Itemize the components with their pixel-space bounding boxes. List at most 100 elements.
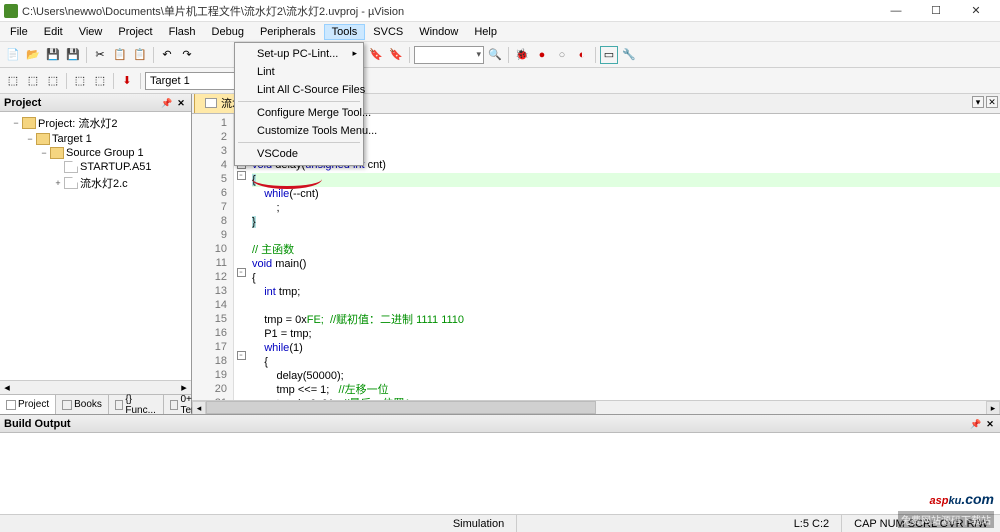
tools-menu-dropdown: Set-up PC-Lint...LintLint All C-Source F… — [234, 42, 364, 166]
find-combo[interactable] — [414, 46, 484, 64]
panel-close-icon[interactable]: ✕ — [175, 97, 187, 109]
find-icon[interactable]: 🔍 — [486, 46, 504, 64]
scroll-right-icon[interactable]: ▸ — [986, 401, 1000, 414]
tab-close-icon[interactable]: ✕ — [986, 96, 998, 108]
download-icon[interactable]: ⬇ — [118, 72, 136, 90]
menu-window[interactable]: Window — [411, 24, 466, 40]
menu-item[interactable]: VSCode — [237, 145, 361, 163]
cut-icon[interactable]: ✂ — [91, 46, 109, 64]
build-target-icon[interactable]: ⬚ — [71, 72, 89, 90]
menu-svcs[interactable]: SVCS — [365, 24, 411, 40]
maximize-button[interactable]: ☐ — [916, 0, 956, 22]
build-panel-title: Build Output — [4, 418, 71, 430]
menu-project[interactable]: Project — [110, 24, 160, 40]
separator — [113, 73, 114, 89]
project-panel-header: Project 📌 ✕ — [0, 94, 191, 112]
close-button[interactable]: ✕ — [956, 0, 996, 22]
project-tab[interactable]: Books — [56, 395, 109, 414]
menu-item[interactable]: Lint All C-Source Files — [237, 81, 361, 99]
window-controls: — ☐ ✕ — [876, 0, 996, 22]
menu-item[interactable]: Lint — [237, 63, 361, 81]
main-toolbar: 📄 📂 💾 💾 ✂ 📋 📋 ↶ ↷ ⇥ ⇤ 🔖 🔖 🔍 🐞 ● ○ ◐ ▭ 🔧 — [0, 42, 1000, 68]
new-icon[interactable]: 📄 — [4, 46, 22, 64]
copy-icon[interactable]: 📋 — [111, 46, 129, 64]
project-tab[interactable]: Project — [0, 395, 56, 414]
menu-separator — [238, 142, 360, 143]
menu-item[interactable]: Set-up PC-Lint... — [237, 45, 361, 63]
menu-item[interactable]: Configure Merge Tool... — [237, 104, 361, 122]
minimize-button[interactable]: — — [876, 0, 916, 22]
editor-hscroll[interactable]: ◂ ▸ — [192, 400, 1000, 414]
tree-label: 流水灯2.c — [80, 175, 128, 191]
line-gutter: 1234567891011121314151617181920212223 — [192, 114, 234, 400]
bookmark-icon[interactable]: 🔖 — [367, 46, 385, 64]
redo-icon[interactable]: ↷ — [178, 46, 196, 64]
menu-edit[interactable]: Edit — [36, 24, 71, 40]
pin-icon[interactable]: 📌 — [161, 97, 173, 109]
tree-hscroll[interactable]: ◂▸ — [0, 380, 191, 394]
project-tree[interactable]: −Project: 流水灯2 −Target 1 −Source Group 1… — [0, 112, 191, 394]
save-all-icon[interactable]: 💾 — [64, 46, 82, 64]
rebuild-icon[interactable]: ⬚ — [44, 72, 62, 90]
menu-tools[interactable]: Tools — [324, 24, 366, 40]
tree-label: Project: 流水灯2 — [38, 115, 117, 131]
project-tab[interactable]: {} Func... — [109, 395, 165, 414]
menu-view[interactable]: View — [71, 24, 111, 40]
menu-bar: FileEditViewProjectFlashDebugPeripherals… — [0, 22, 1000, 42]
menu-peripherals[interactable]: Peripherals — [252, 24, 324, 40]
title-bar: C:\Users\newwo\Documents\单片机工程文件\流水灯2\流水… — [0, 0, 1000, 22]
config-icon[interactable]: 🔧 — [620, 46, 638, 64]
status-mode: Simulation — [441, 515, 517, 532]
scroll-left-icon[interactable]: ◂ — [192, 401, 206, 414]
tree-group[interactable]: −Source Group 1 — [2, 146, 189, 160]
build-output-body[interactable] — [0, 433, 1000, 514]
tree-file[interactable]: STARTUP.A51 — [2, 160, 189, 174]
undo-icon[interactable]: ↶ — [158, 46, 176, 64]
separator — [508, 47, 509, 63]
panel-close-icon[interactable]: ✕ — [984, 418, 996, 430]
separator — [140, 73, 141, 89]
kill-bp-icon[interactable]: ◐ — [573, 46, 591, 64]
project-tabs: ProjectBooks{} Func...0+ Temp... — [0, 394, 191, 414]
separator — [153, 47, 154, 63]
disable-bp-icon[interactable]: ○ — [553, 46, 571, 64]
tree-root[interactable]: −Project: 流水灯2 — [2, 114, 189, 132]
tree-label: Source Group 1 — [66, 147, 144, 159]
status-bar: Simulation L:5 C:2 CAP NUM SCRL OVR R/W — [0, 514, 1000, 532]
menu-flash[interactable]: Flash — [161, 24, 204, 40]
tree-file[interactable]: +流水灯2.c — [2, 174, 189, 192]
next-bookmark-icon[interactable]: 🔖 — [387, 46, 405, 64]
status-flags: CAP NUM SCRL OVR R/W — [842, 515, 1000, 532]
separator — [409, 47, 410, 63]
window-icon[interactable]: ▭ — [600, 46, 618, 64]
pin-icon[interactable]: 📌 — [970, 418, 982, 430]
translate-icon[interactable]: ⬚ — [4, 72, 22, 90]
tree-label: Target 1 — [52, 133, 92, 145]
batch-build-icon[interactable]: ⬚ — [91, 72, 109, 90]
app-icon — [4, 4, 18, 18]
scroll-track[interactable] — [206, 401, 986, 414]
menu-help[interactable]: Help — [466, 24, 505, 40]
target-selector[interactable]: Target 1 — [145, 72, 245, 90]
menu-item[interactable]: Customize Tools Menu... — [237, 122, 361, 140]
tree-target[interactable]: −Target 1 — [2, 132, 189, 146]
menu-file[interactable]: File — [2, 24, 36, 40]
build-panel-header: Build Output 📌 ✕ — [0, 415, 1000, 433]
tree-label: STARTUP.A51 — [80, 161, 152, 173]
debug-icon[interactable]: 🐞 — [513, 46, 531, 64]
separator — [595, 47, 596, 63]
breakpoint-icon[interactable]: ● — [533, 46, 551, 64]
main-area: Project 📌 ✕ −Project: 流水灯2 −Target 1 −So… — [0, 94, 1000, 414]
build-toolbar: ⬚ ⬚ ⬚ ⬚ ⬚ ⬇ Target 1 🔧 ⬚ — [0, 68, 1000, 94]
build-icon[interactable]: ⬚ — [24, 72, 42, 90]
tab-dropdown-icon[interactable]: ▾ — [972, 96, 984, 108]
menu-separator — [238, 101, 360, 102]
tab-controls: ▾ ✕ — [972, 96, 998, 108]
open-icon[interactable]: 📂 — [24, 46, 42, 64]
scroll-thumb[interactable] — [206, 401, 596, 414]
paste-icon[interactable]: 📋 — [131, 46, 149, 64]
menu-debug[interactable]: Debug — [204, 24, 252, 40]
file-icon — [205, 98, 217, 108]
annotation-mark — [252, 169, 322, 189]
save-icon[interactable]: 💾 — [44, 46, 62, 64]
